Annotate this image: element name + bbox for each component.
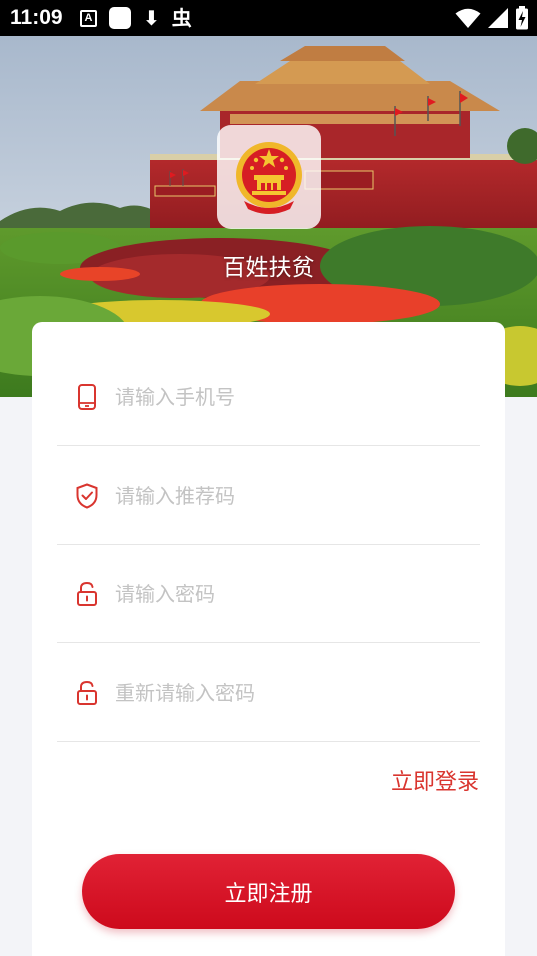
status-left-icons: A ⬇ 虫	[80, 6, 192, 30]
download-icon: ⬇	[143, 6, 160, 30]
password-input[interactable]	[115, 574, 465, 614]
login-link[interactable]: 立即登录	[391, 764, 479, 796]
wifi-icon	[455, 8, 481, 28]
confirm-password-input[interactable]	[115, 673, 465, 713]
shield-check-icon	[76, 483, 98, 509]
phone-field	[57, 347, 480, 446]
notification-a-icon: A	[80, 9, 97, 27]
battery-charging-icon	[516, 6, 528, 30]
referral-code-input[interactable]	[115, 476, 465, 516]
status-time: 11:09	[10, 6, 63, 29]
app-logo	[217, 125, 321, 229]
password-field	[57, 544, 480, 643]
referral-code-field	[57, 446, 480, 545]
confirm-password-field	[57, 643, 480, 742]
national-emblem-icon	[236, 142, 302, 214]
status-right-icons	[455, 6, 529, 30]
app-name: 百姓扶贫	[222, 255, 315, 281]
bug-icon: 虫	[171, 6, 192, 30]
phone-icon	[78, 384, 96, 410]
register-button[interactable]: 立即注册	[82, 854, 455, 929]
app-square-icon	[109, 7, 131, 29]
status-bar: 11:09 A ⬇ 虫	[0, 0, 537, 36]
phone-input[interactable]	[115, 377, 465, 417]
register-form-card: 立即登录 立即注册	[32, 322, 505, 956]
cell-signal-icon	[488, 8, 508, 28]
lock-icon	[77, 581, 97, 606]
lock-icon	[77, 680, 97, 705]
